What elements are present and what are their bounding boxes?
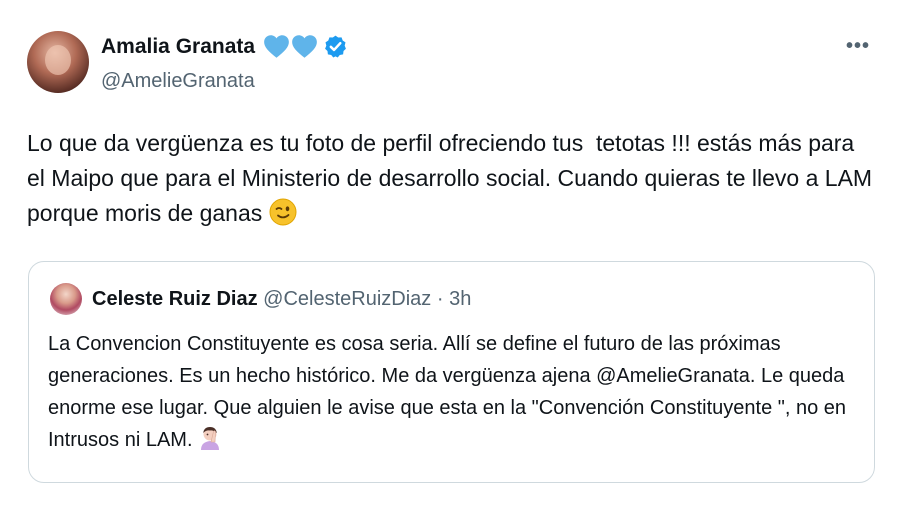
quoted-handle-time: @CelesteRuizDiaz · 3h: [257, 288, 472, 310]
tweet-text: Lo que da vergüenza es tu foto de perfil…: [27, 126, 877, 231]
quoted-tweet[interactable]: Celeste Ruiz Diaz @CelesteRuizDiaz · 3h …: [28, 261, 875, 483]
author-avatar[interactable]: [27, 31, 89, 93]
winking-face-icon: [269, 198, 297, 226]
quoted-author-avatar[interactable]: [50, 283, 82, 315]
name-emoji-group: [263, 34, 318, 59]
person-facepalming-icon: [201, 427, 220, 450]
quoted-body: La Convencion Constituyente es cosa seri…: [48, 333, 847, 451]
quoted-text: La Convencion Constituyente es cosa seri…: [48, 328, 858, 456]
author-name[interactable]: Amalia Granata: [101, 35, 255, 59]
tweet-body: Lo que da vergüenza es tu foto de perfil…: [27, 130, 879, 226]
verified-badge-icon[interactable]: [323, 34, 348, 59]
author-handle[interactable]: @AmelieGranata: [101, 70, 255, 93]
author-name-row: Amalia Granata: [101, 34, 348, 59]
blue-heart-icon: [292, 35, 317, 58]
quoted-author-name[interactable]: Celeste Ruiz Diaz: [92, 288, 258, 310]
blue-heart-icon: [264, 35, 289, 58]
more-options-button[interactable]: •••: [846, 36, 870, 56]
quoted-header: Celeste Ruiz Diaz @CelesteRuizDiaz · 3h: [92, 288, 471, 311]
tweet-card: Amalia Granata @AmelieGranata ••• Lo que…: [0, 0, 900, 505]
